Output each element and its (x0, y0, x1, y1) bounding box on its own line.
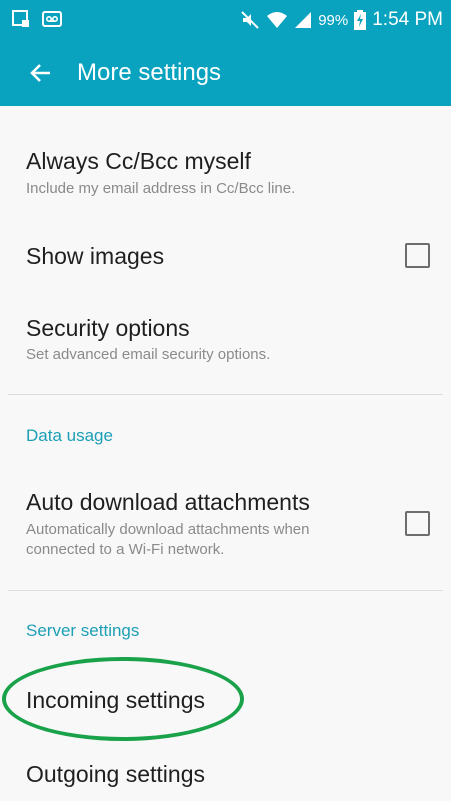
page-title: More settings (77, 59, 222, 86)
setting-show-images[interactable]: Show images (0, 226, 451, 288)
setting-show-images-title: Show images (26, 243, 165, 269)
auto-download-checkbox[interactable] (405, 511, 430, 536)
battery-percent: 99% (318, 11, 349, 29)
setting-outgoing[interactable]: Outgoing settings (0, 745, 451, 801)
setting-auto-download[interactable]: Auto download attachments Automatically … (0, 478, 451, 568)
app-bar: More settings (0, 40, 451, 106)
section-header-server-settings: Server settings (26, 621, 140, 640)
mute-icon (240, 10, 260, 30)
section-header-data-usage: Data usage (26, 426, 113, 445)
show-images-checkbox[interactable] (405, 243, 430, 268)
voicemail-icon (42, 11, 62, 27)
setting-security-options-subtitle: Set advanced email security options. (26, 346, 271, 363)
setting-outgoing-title: Outgoing settings (26, 761, 206, 787)
wifi-icon (266, 11, 288, 29)
setting-auto-download-subtitle-line1: Automatically download attachments when (26, 521, 310, 538)
setting-always-cc-title: Always Cc/Bcc myself (26, 148, 251, 174)
divider (8, 394, 443, 395)
setting-always-cc[interactable]: Always Cc/Bcc myself Include my email ad… (0, 135, 451, 220)
setting-auto-download-title: Auto download attachments (26, 489, 310, 515)
signal-icon (294, 11, 312, 29)
setting-always-cc-subtitle: Include my email address in Cc/Bcc line. (26, 180, 296, 197)
highlight-ellipse (2, 657, 244, 741)
setting-security-options-title: Security options (26, 315, 190, 341)
back-arrow-icon[interactable] (26, 58, 56, 88)
battery-charging-icon (354, 10, 367, 30)
status-bar: 99% 1:54 PM (0, 0, 451, 40)
setting-auto-download-subtitle-line2: connected to a Wi-Fi network. (26, 541, 225, 558)
setting-security-options[interactable]: Security options Set advanced email secu… (0, 300, 451, 380)
divider (8, 590, 443, 591)
notification-icon (12, 10, 30, 28)
clock: 1:54 PM (372, 9, 443, 30)
